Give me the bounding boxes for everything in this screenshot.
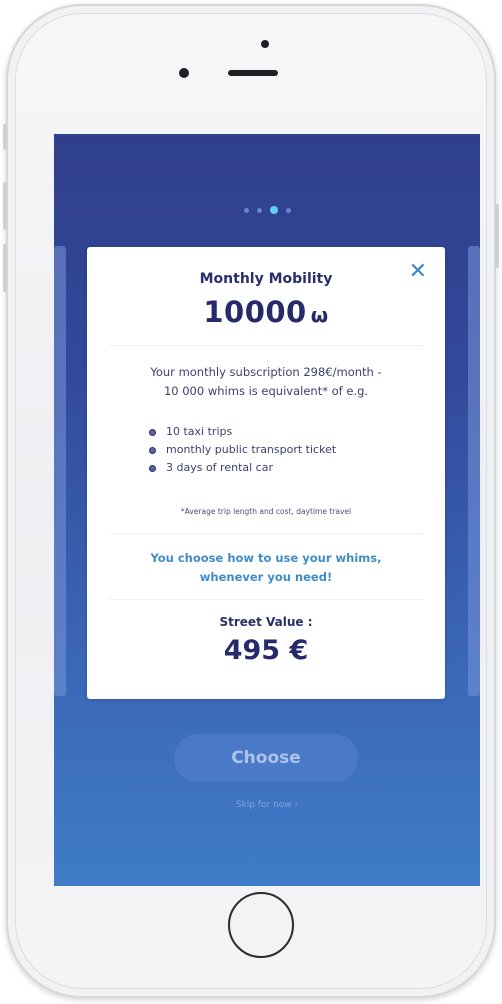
volume-up-button — [3, 182, 7, 230]
bullet-icon — [149, 446, 156, 454]
whim-currency-icon: ω — [310, 303, 329, 327]
list-item: 3 days of rental car — [149, 459, 336, 477]
plan-description-line: 10 000 whims is equivalent* of e.g. — [163, 384, 369, 398]
bullet-icon — [149, 428, 156, 436]
street-value-label: Street Value : — [219, 615, 313, 629]
pagination-dot[interactable] — [285, 207, 291, 213]
phone-frame: ✕ Monthly Mobility 10000 ω Your monthly s… — [3, 4, 499, 998]
plan-amount-value: 10000 — [203, 295, 307, 329]
equivalents-list: 10 taxi trips monthly public transport t… — [149, 423, 336, 477]
divider — [109, 345, 423, 346]
list-item: monthly public transport ticket — [149, 441, 336, 459]
earpiece-speaker — [228, 70, 278, 76]
highlight-line: whenever you need! — [199, 570, 333, 584]
home-button[interactable] — [228, 892, 294, 958]
list-item-label: 3 days of rental car — [166, 461, 273, 474]
street-value: 495 € — [223, 635, 309, 666]
plan-title: Monthly Mobility — [199, 271, 333, 287]
pagination-dot[interactable] — [256, 207, 262, 213]
choose-button[interactable]: Choose — [174, 734, 358, 782]
highlight-line: You choose how to use your whims, — [150, 551, 382, 565]
skip-link[interactable]: Skip for now › — [54, 800, 480, 810]
pagination-dot-active[interactable] — [269, 206, 278, 214]
app-screen: ✕ Monthly Mobility 10000 ω Your monthly s… — [54, 134, 480, 886]
plan-amount: 10000 ω — [87, 295, 445, 329]
pagination-dot[interactable] — [243, 207, 249, 213]
plan-detail-card: ✕ Monthly Mobility 10000 ω Your monthly s… — [87, 247, 445, 699]
divider — [109, 533, 423, 534]
volume-down-button — [3, 244, 7, 292]
footnote: *Average trip length and cost, daytime t… — [180, 507, 352, 516]
list-item-label: 10 taxi trips — [166, 425, 233, 438]
list-item: 10 taxi trips — [149, 423, 336, 441]
previous-card-peek[interactable] — [54, 246, 66, 696]
list-item-label: monthly public transport ticket — [166, 443, 337, 456]
divider — [109, 599, 423, 600]
plan-description: Your monthly subscription 298€/month - 1… — [117, 363, 415, 401]
pagination-dots — [54, 206, 480, 214]
bullet-icon — [149, 464, 156, 472]
highlight-message: You choose how to use your whims, whenev… — [117, 549, 415, 587]
front-camera — [179, 68, 189, 78]
plan-description-line: Your monthly subscription 298€/month - — [150, 365, 382, 379]
mute-switch — [3, 124, 7, 150]
next-card-peek[interactable] — [468, 246, 480, 696]
power-button — [495, 204, 499, 268]
proximity-sensor — [261, 40, 269, 48]
